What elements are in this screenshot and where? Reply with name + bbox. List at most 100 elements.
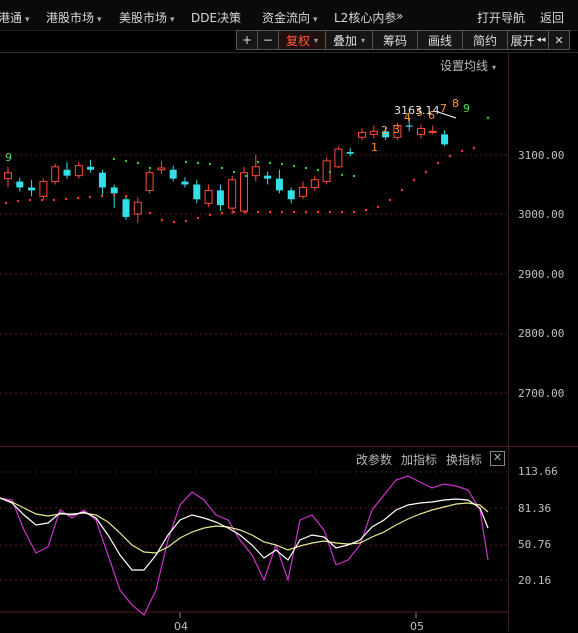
stop-dot-red xyxy=(244,210,248,214)
stop-dot-red xyxy=(256,210,260,214)
stop-dot-red xyxy=(88,195,92,199)
candle-body xyxy=(110,187,118,194)
stop-dot-red xyxy=(436,161,440,165)
candle-body xyxy=(417,127,425,135)
stop-dot-red xyxy=(400,188,404,192)
stop-dot-red xyxy=(184,219,188,223)
y-tick-label: 2800.00 xyxy=(518,327,565,340)
kdj-k-line xyxy=(0,497,489,571)
ind-y-tick-label: 20.16 xyxy=(518,574,552,587)
stop-dot-red xyxy=(340,210,344,214)
candle-body xyxy=(169,169,177,179)
stop-dot-green xyxy=(268,161,272,165)
candle-body xyxy=(74,165,83,177)
candle-body xyxy=(346,152,354,154)
kline-chart: 912 34 5 67 8 9 xyxy=(0,97,508,618)
candle-body xyxy=(181,181,189,185)
candle-body xyxy=(63,169,71,176)
y-tick-label: 3100.00 xyxy=(518,149,565,162)
candle-body xyxy=(441,134,449,145)
ind-y-tick-label: 81.36 xyxy=(518,502,552,515)
stop-dot-red xyxy=(448,154,452,158)
stop-dot-red xyxy=(316,210,320,214)
candle-body xyxy=(216,190,224,206)
stop-dot-green xyxy=(112,157,116,161)
candle-body xyxy=(122,199,130,217)
td-count-label: 9 xyxy=(463,102,470,115)
stop-dot-green xyxy=(352,174,356,178)
candle-body xyxy=(358,132,366,138)
kdj-j-line xyxy=(0,475,489,616)
td-count-label: 2 xyxy=(381,124,388,137)
candle-body xyxy=(251,166,260,177)
stop-dot-red xyxy=(412,178,416,182)
stop-dot-red xyxy=(28,198,32,202)
high-price-pointer xyxy=(437,111,457,119)
stop-dot-red xyxy=(172,220,176,224)
switch-indicator-button[interactable]: 换指标 xyxy=(446,451,482,468)
stop-dot-red xyxy=(76,196,80,200)
candle-body xyxy=(133,201,142,215)
candle-body xyxy=(299,186,307,197)
td-count-label: 9 xyxy=(5,151,12,164)
candle-body xyxy=(145,172,154,191)
stop-dot-red xyxy=(292,210,296,214)
close-indicator-icon[interactable]: ✕ xyxy=(490,451,505,466)
stop-dot-red xyxy=(460,149,464,153)
y-tick-label: 3000.00 xyxy=(518,208,565,221)
stop-dot-green xyxy=(316,168,320,172)
stop-dot-red xyxy=(208,213,212,217)
candle-body xyxy=(98,172,106,188)
candle-body xyxy=(369,130,378,135)
stop-dot-green xyxy=(232,170,236,174)
stop-dot-green xyxy=(304,166,308,170)
stop-dot-green xyxy=(196,161,200,165)
ind-y-tick-label: 50.76 xyxy=(518,538,552,551)
candle-body xyxy=(334,148,343,168)
candle-body xyxy=(405,125,413,127)
stop-dot-green xyxy=(208,162,212,166)
stop-dot-red xyxy=(280,210,284,214)
candle-body xyxy=(204,189,213,204)
candle-body xyxy=(264,175,272,179)
stop-dot-green xyxy=(340,173,344,177)
candle-body xyxy=(240,172,248,212)
candle-body xyxy=(310,179,319,188)
stop-dot-red xyxy=(16,199,20,203)
stop-dot-green xyxy=(148,166,152,170)
candle-body xyxy=(4,172,12,180)
stop-dot-green xyxy=(280,162,284,166)
stop-dot-green xyxy=(256,160,260,164)
candle-body xyxy=(193,184,201,200)
stop-dot-green xyxy=(292,164,296,168)
stop-dot-red xyxy=(148,211,152,215)
stop-dot-red xyxy=(376,205,380,209)
stop-dot-green xyxy=(244,174,248,178)
stop-dot-green xyxy=(220,166,224,170)
y-tick-label: 2700.00 xyxy=(518,387,565,400)
add-indicator-button[interactable]: 加指标 xyxy=(401,451,437,468)
x-tick-label: 04 xyxy=(174,620,188,633)
candle-body xyxy=(228,179,237,209)
stop-dot-red xyxy=(352,210,356,214)
candle-body xyxy=(275,178,283,191)
candle-body xyxy=(51,166,60,183)
stop-dot-red xyxy=(232,210,236,214)
stop-dot-red xyxy=(268,210,272,214)
high-price-label: 3163.14 xyxy=(394,104,440,117)
stop-dot-red xyxy=(40,198,44,202)
stop-dot-red xyxy=(160,218,164,222)
stop-dot-red xyxy=(388,198,392,202)
td-count-label: 8 xyxy=(452,97,459,110)
stop-dot-red xyxy=(424,170,428,174)
change-params-button[interactable]: 改参数 xyxy=(356,451,392,468)
candle-body xyxy=(87,166,95,170)
stop-dot-green xyxy=(124,159,128,163)
stop-dot-red xyxy=(196,216,200,220)
ind-y-tick-label: 113.66 xyxy=(518,465,558,478)
stop-dot-red xyxy=(52,198,56,202)
candle-body xyxy=(322,160,331,183)
candle-body xyxy=(287,190,295,200)
stop-dot-green xyxy=(136,161,140,165)
stop-dot-green xyxy=(184,160,188,164)
